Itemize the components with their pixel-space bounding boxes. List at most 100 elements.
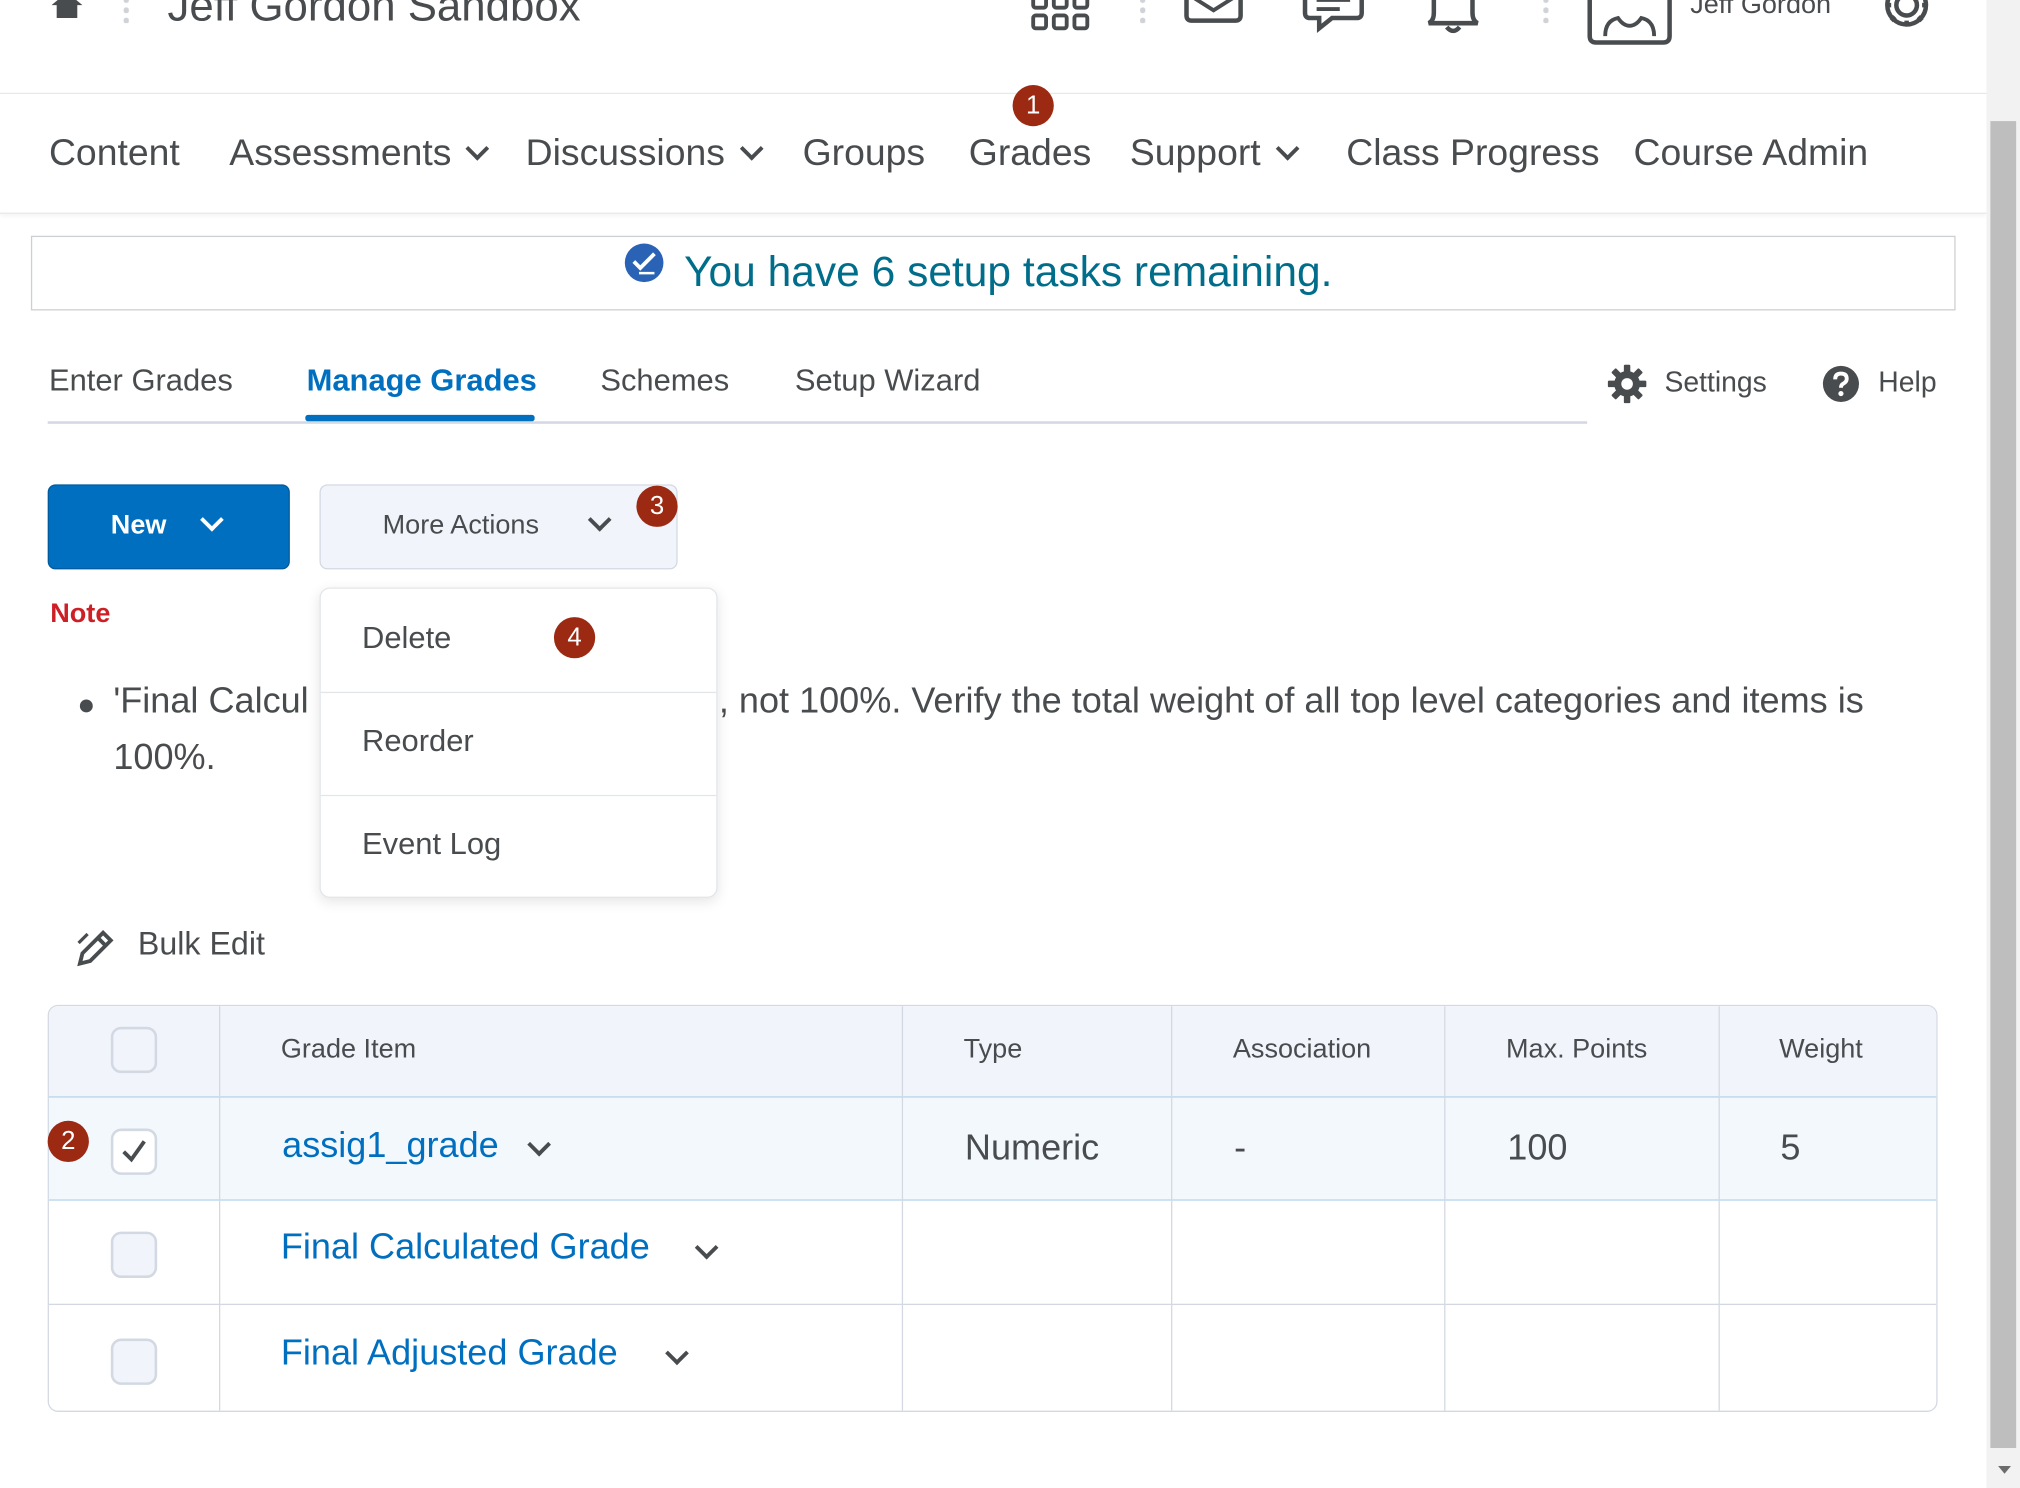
association-value: - [1234, 1127, 1247, 1168]
checklist-icon [624, 243, 664, 283]
tab-manage-grades[interactable]: Manage Grades [307, 363, 537, 399]
menu-item-event-log[interactable]: Event Log [321, 795, 716, 898]
tab-enter-grades[interactable]: Enter Grades [49, 363, 233, 399]
menu-item-event-log-label: Event Log [362, 827, 502, 862]
setup-tasks-banner[interactable]: You have 6 setup tasks remaining. [30, 235, 1956, 311]
nav-class-progress[interactable]: Class Progress [1346, 133, 1599, 176]
column-divider [1718, 1006, 1720, 1411]
help-question-icon [1822, 365, 1859, 402]
nav-groups[interactable]: Groups [803, 133, 926, 176]
menu-item-reorder-label: Reorder [362, 724, 474, 759]
course-title[interactable]: Jeff Gordon Sandbox [167, 0, 580, 32]
new-button-label: New [110, 510, 167, 540]
type-value: Numeric [964, 1127, 1100, 1168]
select-all-checkbox[interactable] [110, 1026, 158, 1074]
top-header: Jeff Gordon Sandbox Jeff Gordon [0, 0, 1987, 95]
column-divider [1171, 1006, 1173, 1411]
nav-support[interactable]: Support [1129, 132, 1299, 176]
nav-groups-label: Groups [802, 132, 926, 174]
col-association[interactable]: Association [1233, 1034, 1371, 1065]
row-checkbox-checked[interactable] [110, 1128, 158, 1175]
table-row: Final Calculated Grade [48, 1201, 1937, 1306]
nav-grades-label: Grades [968, 132, 1092, 174]
scrollbar-thumb[interactable] [1990, 121, 2017, 1449]
checkmark-icon [122, 1140, 146, 1163]
col-max-points[interactable]: Max. Points [1506, 1034, 1647, 1065]
step-badge-3: 3 [636, 485, 678, 527]
bullet-dot [79, 699, 93, 713]
nav-discussions-label: Discussions [525, 132, 725, 174]
chevron-down-icon [739, 136, 764, 161]
nav-discussions[interactable]: Discussions [525, 132, 764, 176]
note-text-start: 'Final Calcul [113, 680, 309, 721]
note-text-end: , not 100%. Verify the total weight of a… [718, 680, 1864, 721]
nav-assessments[interactable]: Assessments [229, 132, 490, 176]
settings-label: Settings [1664, 365, 1767, 399]
grade-item-link[interactable]: assig1_grade [282, 1125, 499, 1166]
grade-items-table: Grade Item Type Association Max. Points … [47, 1004, 1938, 1412]
column-divider [1444, 1006, 1446, 1411]
col-grade-item[interactable]: Grade Item [281, 1034, 416, 1065]
chevron-down-icon [587, 507, 612, 532]
tab-setup-wizard[interactable]: Setup Wizard [795, 363, 981, 399]
menu-item-delete-label: Delete [362, 620, 452, 656]
notification-bell-icon[interactable] [1425, 0, 1482, 36]
chevron-down-icon[interactable] [665, 1341, 689, 1366]
menu-item-delete[interactable]: Delete [320, 589, 717, 694]
more-actions-button[interactable]: More Actions [319, 484, 678, 570]
header-separator [1543, 0, 1549, 24]
gear-icon[interactable] [1874, 0, 1938, 36]
course-navbar: Content Assessments Discussions Groups G… [0, 94, 1987, 214]
nav-content-label: Content [48, 132, 180, 174]
chat-bubble-icon[interactable] [1301, 0, 1365, 34]
settings-gear-icon [1607, 364, 1647, 404]
note-heading: Note [50, 599, 111, 629]
page: Jeff Gordon Sandbox Jeff Gordon Content … [0, 0, 2020, 1488]
bulk-edit-button[interactable]: Bulk Edit [138, 926, 265, 963]
new-button[interactable]: New [47, 484, 290, 570]
tab-schemes[interactable]: Schemes [600, 363, 729, 399]
chevron-down-icon[interactable] [694, 1235, 719, 1260]
note-text-line2: 100%. [113, 736, 216, 777]
user-avatar-icon[interactable] [1585, 0, 1675, 46]
chevron-down-icon[interactable] [527, 1132, 551, 1157]
row-checkbox[interactable] [110, 1231, 158, 1278]
waffle-grid-icon[interactable] [1031, 0, 1090, 33]
nav-support-label: Support [1129, 132, 1261, 174]
table-row: assig1_grade Numeric - 100 5 [48, 1096, 1937, 1201]
more-actions-label: More Actions [382, 510, 540, 540]
column-divider [219, 1006, 221, 1411]
bulk-edit-pencil-icon[interactable] [75, 928, 116, 969]
chevron-down-icon [1275, 136, 1299, 161]
menu-item-reorder[interactable]: Reorder [320, 692, 717, 797]
nav-content[interactable]: Content [49, 133, 180, 176]
help-label: Help [1878, 365, 1937, 399]
message-envelope-icon[interactable] [1183, 0, 1245, 23]
nav-class-progress-label: Class Progress [1346, 132, 1600, 174]
header-separator [123, 0, 129, 24]
col-type[interactable]: Type [964, 1034, 1023, 1065]
max-points-value: 100 [1507, 1127, 1568, 1168]
table-header-row: Grade Item Type Association Max. Points … [48, 1006, 1937, 1098]
step-badge-2: 2 [47, 1120, 89, 1163]
setup-tasks-message[interactable]: You have 6 setup tasks remaining. [684, 247, 1332, 296]
step-badge-4: 4 [553, 617, 596, 659]
weight-value: 5 [1780, 1127, 1801, 1168]
active-tab-indicator [305, 414, 535, 422]
scroll-down-arrow-icon[interactable] [1994, 1461, 2015, 1479]
tabs-divider [47, 421, 1588, 424]
home-icon[interactable] [49, 0, 85, 21]
row-checkbox[interactable] [110, 1338, 158, 1385]
table-row: Final Adjusted Grade [49, 1305, 1936, 1408]
step-badge-1: 1 [1012, 85, 1054, 127]
nav-course-admin[interactable]: Course Admin [1634, 133, 1869, 176]
grade-item-link[interactable]: Final Adjusted Grade [281, 1332, 618, 1373]
nav-course-admin-label: Course Admin [1633, 132, 1869, 174]
nav-grades[interactable]: Grades [969, 133, 1092, 176]
user-name[interactable]: Jeff Gordon [1690, 0, 1831, 21]
column-divider [901, 1006, 904, 1411]
col-weight[interactable]: Weight [1779, 1034, 1863, 1065]
grade-item-link[interactable]: Final Calculated Grade [281, 1226, 650, 1267]
header-separator [1140, 0, 1146, 24]
nav-assessments-label: Assessments [229, 132, 452, 174]
